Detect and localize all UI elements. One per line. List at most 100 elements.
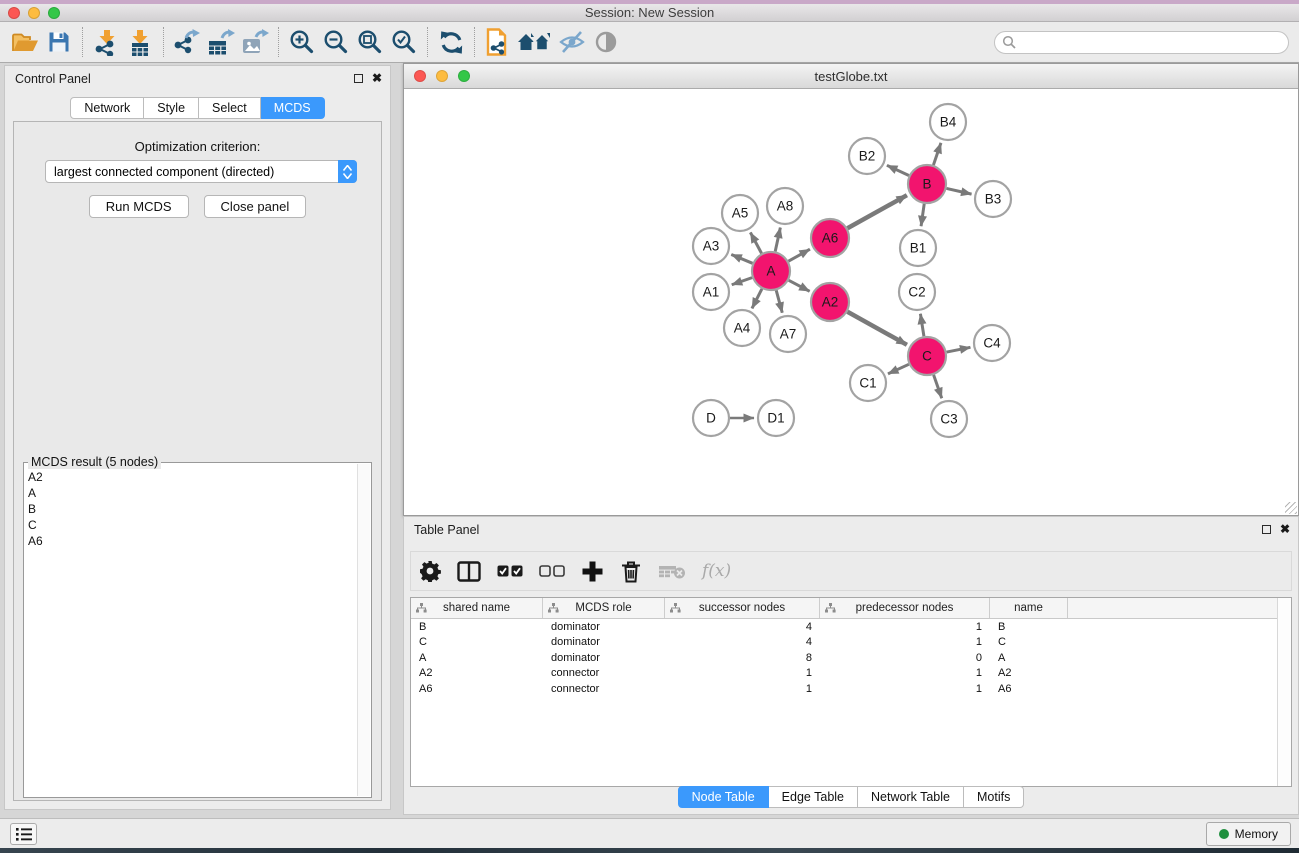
edge-A2-C[interactable]: [847, 312, 906, 345]
main-toolbar: [0, 22, 1299, 63]
edge-A-A3[interactable]: [731, 254, 752, 263]
result-scrollbar[interactable]: [357, 464, 370, 796]
edge-A-A5[interactable]: [750, 232, 761, 253]
edge-A-A8[interactable]: [775, 228, 780, 252]
edge-A-A4[interactable]: [752, 289, 762, 309]
zoom-fit-icon[interactable]: [353, 27, 387, 57]
tab-mcds[interactable]: MCDS: [261, 97, 325, 119]
node-table[interactable]: shared nameMCDS rolesuccessor nodesprede…: [410, 597, 1292, 787]
network-window-title: testGlobe.txt: [404, 69, 1298, 84]
run-mcds-button[interactable]: Run MCDS: [89, 195, 189, 218]
network-view-window: testGlobe.txt AA1A2A3A4A5A6A7A8BB1B2B3B4…: [403, 63, 1299, 516]
refresh-icon[interactable]: [434, 27, 468, 57]
delete-column-icon[interactable]: [620, 557, 642, 585]
optimization-criterion-dropdown[interactable]: largest connected component (directed): [45, 160, 357, 183]
home-icon[interactable]: [515, 27, 555, 57]
column-header[interactable]: predecessor nodes: [820, 598, 990, 618]
float-panel-icon[interactable]: [354, 74, 363, 83]
sort-icon[interactable]: [416, 603, 427, 613]
task-history-button[interactable]: [10, 823, 37, 845]
toolbar-separator: [474, 27, 475, 57]
network-window-titlebar[interactable]: testGlobe.txt: [404, 64, 1298, 89]
edge-B-B3[interactable]: [947, 188, 972, 194]
edge-A-A1[interactable]: [732, 278, 752, 285]
export-image-icon[interactable]: [238, 27, 272, 57]
edge-A-A7[interactable]: [776, 290, 782, 312]
table-body: Bdominator41BCdominator41CAdominator80AA…: [411, 619, 1291, 697]
table-toolbar: f(x): [410, 551, 1292, 591]
zoom-out-icon[interactable]: [319, 27, 353, 57]
edge-A-A2[interactable]: [789, 280, 810, 291]
node-label: C4: [983, 336, 1001, 351]
network-canvas[interactable]: AA1A2A3A4A5A6A7A8BB1B2B3B4CC1C2C3C4DD1: [404, 89, 1298, 515]
network-graph[interactable]: AA1A2A3A4A5A6A7A8BB1B2B3B4CC1C2C3C4DD1: [404, 89, 1298, 515]
table-row[interactable]: A6connector11A6: [411, 681, 1291, 697]
result-item[interactable]: A6: [28, 533, 355, 549]
result-item[interactable]: A2: [28, 469, 355, 485]
float-table-panel-icon[interactable]: [1262, 525, 1271, 534]
tab-select[interactable]: Select: [199, 97, 261, 119]
table-row[interactable]: A2connector11A2: [411, 666, 1291, 682]
tab-motifs[interactable]: Motifs: [964, 786, 1024, 808]
result-item[interactable]: A: [28, 485, 355, 501]
mcds-result-list[interactable]: A2ABCA6: [28, 469, 355, 793]
edge-C-C2[interactable]: [920, 314, 924, 337]
table-scrollbar[interactable]: [1277, 598, 1291, 786]
tab-network[interactable]: Network: [70, 97, 144, 119]
deselect-all-icon[interactable]: [539, 557, 565, 585]
save-session-icon[interactable]: [42, 27, 76, 57]
close-panel-icon[interactable]: ✖: [372, 73, 382, 83]
edge-C-C1[interactable]: [888, 364, 909, 374]
sort-icon[interactable]: [548, 603, 559, 613]
edge-C-C4[interactable]: [947, 347, 971, 352]
node-label: B3: [985, 192, 1002, 207]
zoom-selected-icon[interactable]: [387, 27, 421, 57]
edge-A-A6[interactable]: [788, 249, 809, 261]
toolbar-separator: [82, 27, 83, 57]
node-label: B1: [910, 241, 927, 256]
search-input[interactable]: [994, 31, 1289, 54]
table-row[interactable]: Adominator80A: [411, 650, 1291, 666]
column-header[interactable]: name: [990, 598, 1068, 618]
edge-B-B2[interactable]: [887, 165, 909, 175]
birdseye-icon[interactable]: [589, 27, 623, 57]
export-network-icon[interactable]: [170, 27, 204, 57]
result-item[interactable]: C: [28, 517, 355, 533]
tab-node-table[interactable]: Node Table: [678, 786, 769, 808]
close-panel-button[interactable]: Close panel: [204, 195, 307, 218]
column-header[interactable]: shared name: [411, 598, 543, 618]
tab-network-table[interactable]: Network Table: [858, 786, 964, 808]
table-row[interactable]: Cdominator41C: [411, 635, 1291, 651]
import-table-icon[interactable]: [123, 27, 157, 57]
select-all-icon[interactable]: [497, 557, 523, 585]
hide-details-icon[interactable]: [555, 27, 589, 57]
edge-A6-B[interactable]: [847, 195, 906, 228]
gear-icon[interactable]: [419, 557, 441, 585]
node-label: A2: [822, 295, 839, 310]
tab-style[interactable]: Style: [144, 97, 199, 119]
tab-edge-table[interactable]: Edge Table: [769, 786, 858, 808]
node-label: A8: [777, 199, 794, 214]
resize-grip[interactable]: [1285, 502, 1297, 514]
column-header[interactable]: MCDS role: [543, 598, 665, 618]
result-item[interactable]: B: [28, 501, 355, 517]
network-from-file-icon[interactable]: [481, 27, 515, 57]
edge-B-B1[interactable]: [921, 204, 924, 226]
close-table-panel-icon[interactable]: ✖: [1280, 524, 1290, 534]
edge-B-B4[interactable]: [933, 143, 941, 165]
memory-button[interactable]: Memory: [1206, 822, 1291, 846]
column-header[interactable]: successor nodes: [665, 598, 820, 618]
sort-icon[interactable]: [670, 603, 681, 613]
edge-C-C3[interactable]: [934, 375, 942, 398]
table-panel: Table Panel ✖ f(x) shared nameMCDS roles…: [403, 516, 1299, 815]
split-columns-icon[interactable]: [457, 557, 481, 585]
add-column-icon[interactable]: [581, 557, 604, 585]
open-session-icon[interactable]: [8, 27, 42, 57]
zoom-in-icon[interactable]: [285, 27, 319, 57]
node-label: A3: [703, 239, 720, 254]
sort-icon[interactable]: [825, 603, 836, 613]
export-table-icon[interactable]: [204, 27, 238, 57]
table-row[interactable]: Bdominator41B: [411, 619, 1291, 635]
import-network-icon[interactable]: [89, 27, 123, 57]
delete-table-icon: [658, 557, 686, 585]
